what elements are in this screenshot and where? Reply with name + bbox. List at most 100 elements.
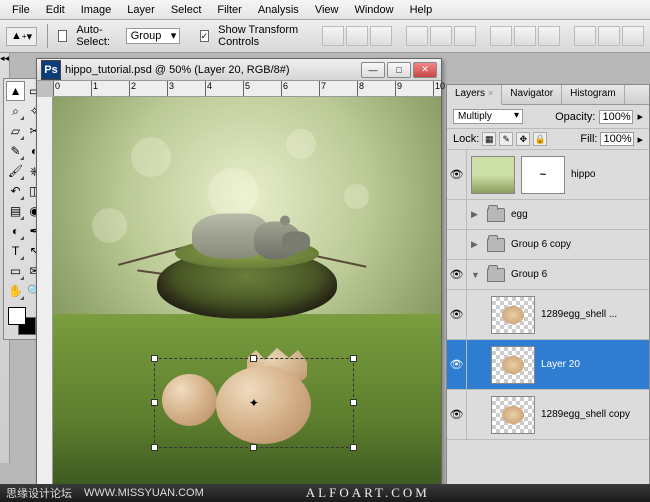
layer-name[interactable]: 1289egg_shell ... [541, 309, 617, 320]
layer-row[interactable]: 👁 1289egg_shell copy [447, 390, 649, 440]
showtransform-checkbox[interactable]: ✓ [200, 30, 210, 42]
visibility-toggle[interactable]: 👁 [447, 260, 467, 289]
opacity-value[interactable]: 100% [599, 110, 633, 124]
dist-hcenter-icon[interactable] [598, 26, 620, 46]
dist-vcenter-icon[interactable] [514, 26, 536, 46]
menu-select[interactable]: Select [163, 4, 210, 16]
opacity-arrow-icon[interactable]: ▸ [637, 110, 643, 123]
ruler-horizontal[interactable]: 012345678910 [53, 81, 441, 97]
autoselect-dropdown[interactable]: Group [126, 28, 181, 44]
visibility-toggle[interactable]: 👁 [447, 340, 467, 389]
tool-move[interactable]: ▲ [6, 81, 25, 101]
layer-row[interactable]: 👁 Layer 20 [447, 340, 649, 390]
menu-window[interactable]: Window [346, 4, 401, 16]
align-right-icon[interactable] [454, 26, 476, 46]
titlebar[interactable]: Ps hippo_tutorial.psd @ 50% (Layer 20, R… [37, 59, 441, 81]
menu-file[interactable]: File [4, 4, 38, 16]
tool-rect[interactable]: ▭ [6, 261, 25, 281]
close-button[interactable]: ✕ [413, 62, 437, 78]
layer-name[interactable]: 1289egg_shell copy [541, 409, 630, 420]
layer-thumbnail[interactable] [491, 346, 535, 384]
transform-handle-tc[interactable] [250, 355, 257, 362]
ruler-tick: 9 [395, 81, 402, 96]
layer-name[interactable]: Group 6 [511, 269, 547, 280]
foreground-swatch[interactable] [8, 307, 26, 325]
dist-right-icon[interactable] [622, 26, 644, 46]
transform-handle-tl[interactable] [151, 355, 158, 362]
menu-edit[interactable]: Edit [38, 4, 73, 16]
expand-arrow-icon[interactable]: ▶ [471, 209, 481, 220]
ruler-tick: 2 [129, 81, 136, 96]
layer-name[interactable]: Layer 20 [541, 359, 580, 370]
ruler-vertical[interactable] [37, 97, 53, 492]
expand-arrow-icon[interactable]: ▼ [471, 270, 481, 280]
transform-handle-mr[interactable] [350, 399, 357, 406]
fill-arrow-icon[interactable]: ▸ [637, 133, 643, 146]
menu-analysis[interactable]: Analysis [250, 4, 307, 16]
transform-handle-bc[interactable] [250, 444, 257, 451]
align-left-icon[interactable] [406, 26, 428, 46]
align-bottom-icon[interactable] [370, 26, 392, 46]
tab-layers[interactable]: Layers× [447, 85, 502, 105]
canvas[interactable]: ✦ [53, 97, 441, 492]
transform-bounding-box[interactable]: ✦ [154, 358, 354, 448]
blend-mode-dropdown[interactable]: Multiply [453, 109, 523, 124]
layer-thumbnail[interactable] [491, 296, 535, 334]
transform-handle-tr[interactable] [350, 355, 357, 362]
layer-row[interactable]: 👁 ▼ Group 6 [447, 260, 649, 290]
lock-position-icon[interactable]: ✥ [516, 132, 530, 146]
layer-thumbnail[interactable] [491, 396, 535, 434]
layer-thumbnail[interactable] [471, 156, 515, 194]
tab-navigator[interactable]: Navigator [502, 85, 562, 104]
layer-row[interactable]: 👁 1289egg_shell ... [447, 290, 649, 340]
layer-row[interactable]: ▶ egg [447, 200, 649, 230]
transform-handle-bl[interactable] [151, 444, 158, 451]
tool-hand[interactable]: ✋ [6, 281, 25, 301]
expand-arrow-icon[interactable]: ▶ [471, 239, 481, 250]
layer-row[interactable]: ▶ Group 6 copy [447, 230, 649, 260]
visibility-toggle[interactable]: 👁 [447, 390, 467, 439]
visibility-toggle[interactable] [447, 200, 467, 229]
align-vcenter-icon[interactable] [346, 26, 368, 46]
menu-help[interactable]: Help [402, 4, 441, 16]
move-tool-indicator[interactable]: ▲+ ▾ [6, 27, 37, 46]
align-hcenter-icon[interactable] [430, 26, 452, 46]
menu-filter[interactable]: Filter [209, 4, 249, 16]
menu-image[interactable]: Image [73, 4, 120, 16]
tool-grad[interactable]: ▤ [6, 201, 25, 221]
layer-name[interactable]: Group 6 copy [511, 239, 571, 250]
tool-history[interactable]: ↶ [6, 181, 25, 201]
maximize-button[interactable]: □ [387, 62, 411, 78]
layer-mask-thumbnail[interactable] [521, 156, 565, 194]
tool-brush[interactable]: 🖌 [6, 161, 25, 181]
transform-handle-ml[interactable] [151, 399, 158, 406]
visibility-toggle[interactable] [447, 230, 467, 259]
dist-left-icon[interactable] [574, 26, 596, 46]
visibility-toggle[interactable]: 👁 [447, 150, 467, 199]
lock-all-icon[interactable]: 🔒 [533, 132, 547, 146]
layer-name[interactable]: egg [511, 209, 528, 220]
opacity-label: Opacity: [555, 111, 595, 123]
dist-top-icon[interactable] [490, 26, 512, 46]
lock-transparent-icon[interactable]: ▦ [482, 132, 496, 146]
layer-row[interactable]: 👁 hippo [447, 150, 649, 200]
visibility-toggle[interactable]: 👁 [447, 290, 467, 339]
lock-pixels-icon[interactable]: ✎ [499, 132, 513, 146]
layer-name[interactable]: hippo [571, 169, 595, 180]
align-top-icon[interactable] [322, 26, 344, 46]
tool-type[interactable]: T [6, 241, 25, 261]
dist-bottom-icon[interactable] [538, 26, 560, 46]
transform-center-icon[interactable]: ✦ [249, 396, 259, 410]
menu-view[interactable]: View [307, 4, 347, 16]
tool-crop[interactable]: ▱ [6, 121, 25, 141]
footer-watermark: 思缘设计论坛 WWW.MISSYUAN.COM ALFOART.COM [0, 484, 650, 502]
tool-dodge[interactable]: ◐ [6, 221, 25, 241]
tab-histogram[interactable]: Histogram [562, 85, 625, 104]
autoselect-checkbox[interactable] [58, 30, 67, 42]
tool-lasso[interactable]: ⌕ [6, 101, 25, 121]
menu-layer[interactable]: Layer [119, 4, 163, 16]
tool-eyedrop[interactable]: ✎ [6, 141, 25, 161]
transform-handle-br[interactable] [350, 444, 357, 451]
fill-value[interactable]: 100% [600, 132, 634, 146]
minimize-button[interactable]: — [361, 62, 385, 78]
